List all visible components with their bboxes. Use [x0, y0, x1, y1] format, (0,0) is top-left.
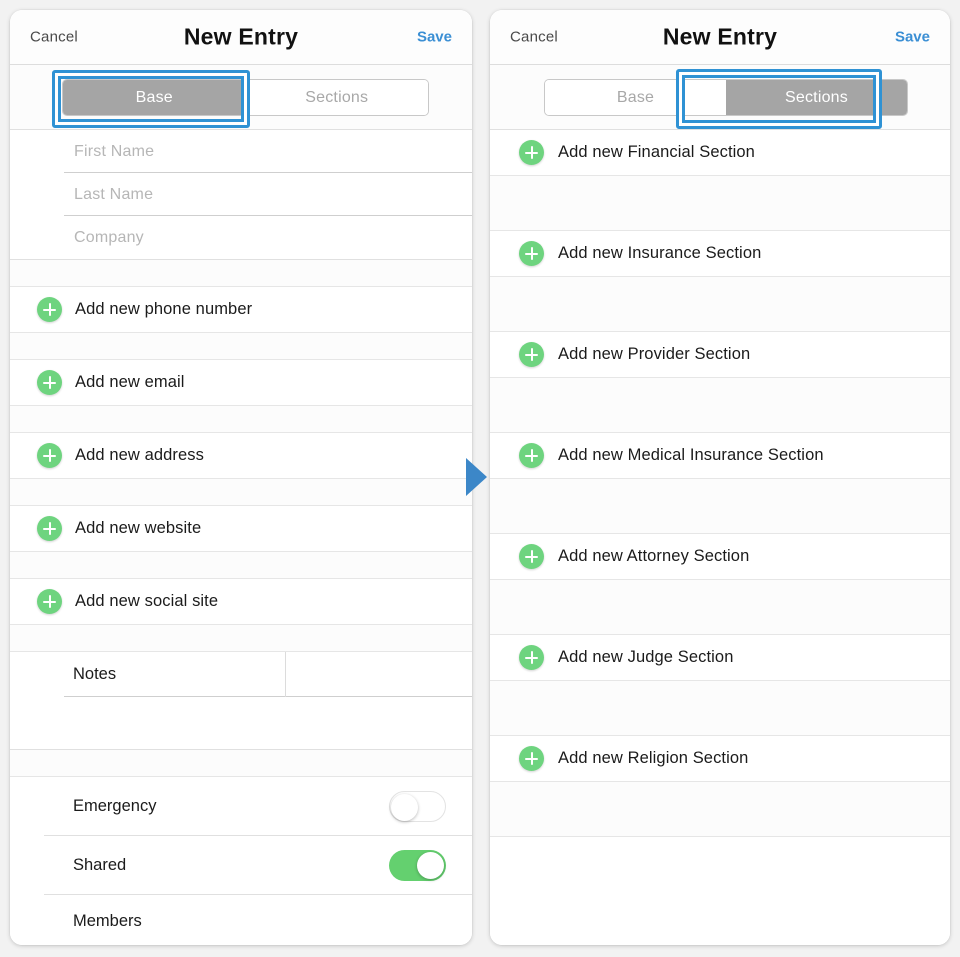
- plus-circle-icon: [37, 370, 62, 395]
- last-name-placeholder: Last Name: [74, 185, 154, 203]
- add-phone-number-label: Add new phone number: [75, 300, 253, 318]
- plus-circle-icon: [37, 297, 62, 322]
- list-spacer: [490, 378, 950, 433]
- notes-row[interactable]: Notes: [10, 652, 472, 697]
- list-spacer: [10, 406, 472, 433]
- plus-circle-icon: [519, 443, 544, 468]
- row-divider: [44, 894, 472, 895]
- add-website-label: Add new website: [75, 519, 202, 537]
- members-label: Members: [73, 911, 142, 930]
- notes-textarea[interactable]: [10, 697, 472, 750]
- field-underline: [64, 696, 285, 697]
- list-spacer: [490, 782, 950, 837]
- emergency-toggle-row[interactable]: Emergency: [10, 777, 472, 836]
- add-social-site-row[interactable]: Add new social site: [10, 579, 472, 625]
- plus-circle-icon: [519, 746, 544, 771]
- company-placeholder: Company: [74, 228, 144, 246]
- shared-toggle[interactable]: [389, 850, 446, 881]
- add-judge-section-row[interactable]: Add new Judge Section: [490, 635, 950, 681]
- notes-label-cell: Notes: [10, 652, 285, 697]
- emergency-label: Emergency: [73, 797, 157, 815]
- list-spacer: [490, 580, 950, 635]
- notes-label: Notes: [73, 665, 117, 683]
- navigation-bar-right: Cancel New Entry Save: [490, 10, 950, 65]
- add-religion-section-row[interactable]: Add new Religion Section: [490, 736, 950, 782]
- list-spacer: [490, 479, 950, 534]
- plus-circle-icon: [519, 645, 544, 670]
- add-email-row[interactable]: Add new email: [10, 360, 472, 406]
- save-button[interactable]: Save: [417, 29, 452, 46]
- emergency-toggle[interactable]: [389, 791, 446, 822]
- toggle-knob: [417, 851, 444, 879]
- add-address-row[interactable]: Add new address: [10, 433, 472, 479]
- plus-circle-icon: [37, 516, 62, 541]
- add-insurance-section-label: Add new Insurance Section: [558, 244, 762, 262]
- add-attorney-section-row[interactable]: Add new Attorney Section: [490, 534, 950, 580]
- tab-sections[interactable]: Sections: [726, 80, 907, 115]
- add-provider-section-label: Add new Provider Section: [558, 345, 751, 363]
- list-spacer: [490, 176, 950, 231]
- plus-circle-icon: [519, 140, 544, 165]
- tab-sections[interactable]: Sections: [245, 80, 428, 115]
- list-spacer: [10, 625, 472, 652]
- first-name-field[interactable]: First Name: [10, 130, 472, 173]
- add-attorney-section-label: Add new Attorney Section: [558, 547, 750, 565]
- notes-value-field[interactable]: [286, 652, 472, 697]
- segmented-control-container-left: Base Sections: [10, 65, 472, 130]
- page-title: New Entry: [183, 23, 299, 50]
- toggle-knob: [391, 793, 418, 821]
- plus-circle-icon: [519, 241, 544, 266]
- list-spacer: [10, 333, 472, 360]
- add-address-label: Add new address: [75, 446, 204, 464]
- name-field-group: First Name Last Name Company: [10, 130, 472, 260]
- save-button[interactable]: Save: [895, 29, 930, 46]
- tab-base[interactable]: Base: [63, 80, 246, 115]
- add-website-row[interactable]: Add new website: [10, 506, 472, 552]
- list-spacer: [10, 260, 472, 287]
- add-financial-section-row[interactable]: Add new Financial Section: [490, 130, 950, 176]
- add-religion-section-label: Add new Religion Section: [558, 749, 749, 767]
- list-spacer: [10, 750, 472, 777]
- add-judge-section-label: Add new Judge Section: [558, 648, 734, 666]
- add-email-label: Add new email: [75, 373, 185, 391]
- add-provider-section-row[interactable]: Add new Provider Section: [490, 332, 950, 378]
- field-underline: [286, 696, 472, 697]
- segmented-control-left[interactable]: Base Sections: [62, 79, 429, 116]
- shared-toggle-row[interactable]: Shared: [10, 836, 472, 895]
- tab-base[interactable]: Base: [545, 80, 726, 115]
- list-spacer: [490, 681, 950, 736]
- plus-circle-icon: [37, 443, 62, 468]
- right-arrow-icon: [466, 458, 487, 496]
- add-phone-number-row[interactable]: Add new phone number: [10, 287, 472, 333]
- navigation-bar-left: Cancel New Entry Save: [10, 10, 472, 65]
- list-spacer: [10, 479, 472, 506]
- members-row[interactable]: Members: [10, 895, 472, 945]
- panel-base-tab: Cancel New Entry Save Base Sections Firs…: [10, 10, 472, 945]
- add-medical-insurance-section-row[interactable]: Add new Medical Insurance Section: [490, 433, 950, 479]
- page-title: New Entry: [662, 23, 778, 50]
- add-financial-section-label: Add new Financial Section: [558, 143, 755, 161]
- add-social-site-label: Add new social site: [75, 592, 219, 610]
- screenshot-stage: Cancel New Entry Save Base Sections Firs…: [0, 0, 960, 957]
- segmented-control-container-right: Base Sections: [490, 65, 950, 130]
- panel-sections-tab: Cancel New Entry Save Base Sections Add …: [490, 10, 950, 945]
- last-name-field[interactable]: Last Name: [10, 173, 472, 216]
- plus-circle-icon: [37, 589, 62, 614]
- list-spacer: [490, 277, 950, 332]
- first-name-placeholder: First Name: [74, 142, 155, 160]
- company-field[interactable]: Company: [10, 216, 472, 259]
- plus-circle-icon: [519, 342, 544, 367]
- segmented-control-right[interactable]: Base Sections: [544, 79, 908, 116]
- add-medical-insurance-section-label: Add new Medical Insurance Section: [558, 446, 824, 464]
- sections-list: Add new Financial Section Add new Insura…: [490, 130, 950, 945]
- plus-circle-icon: [519, 544, 544, 569]
- add-insurance-section-row[interactable]: Add new Insurance Section: [490, 231, 950, 277]
- list-spacer: [10, 552, 472, 579]
- base-form-list: First Name Last Name Company Add new pho…: [10, 130, 472, 945]
- shared-label: Shared: [73, 856, 127, 874]
